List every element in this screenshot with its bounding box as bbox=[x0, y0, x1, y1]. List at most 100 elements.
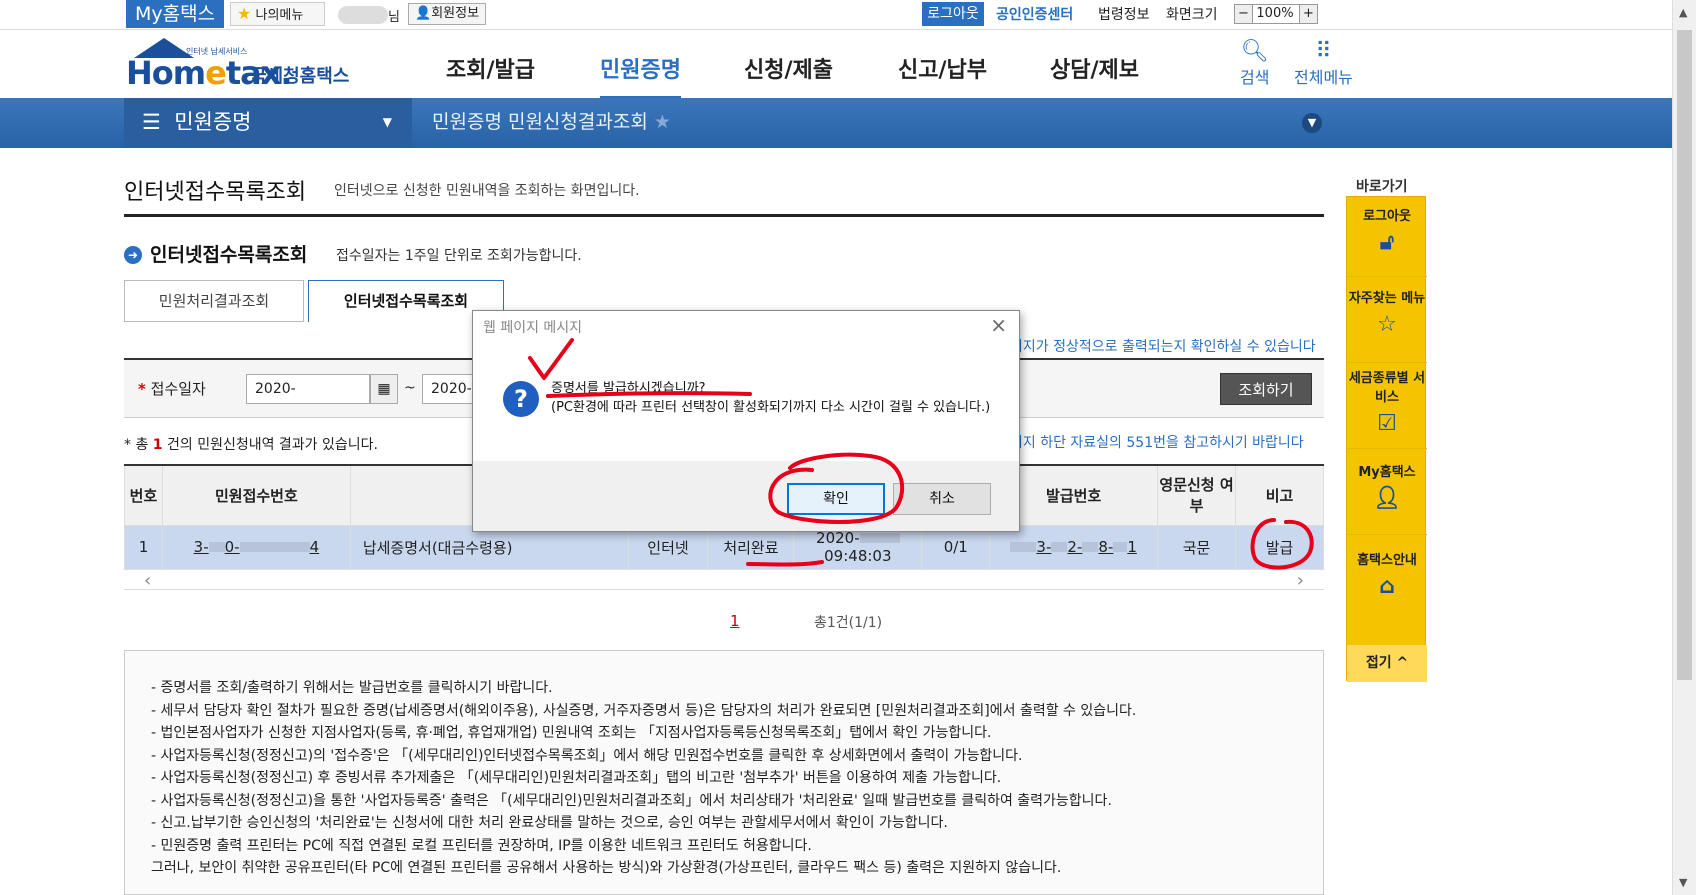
quick-hometax-guide[interactable]: 홈택스안내 ⌂ bbox=[1347, 535, 1427, 645]
gnb-civil-cert[interactable]: 민원증명 bbox=[600, 52, 681, 99]
calendar-icon[interactable]: ▦ bbox=[370, 374, 398, 404]
gnb-inquiry[interactable]: 조회/발급 bbox=[446, 52, 535, 84]
checkbox-icon: ☑ bbox=[1377, 411, 1397, 436]
scrollbar-thumb[interactable] bbox=[1677, 30, 1692, 680]
top-utility-bar: My홈택스 ★ 나의메뉴 님 👤회원정보 로그아웃 공인인증센터 법령정보 화면… bbox=[0, 0, 1672, 30]
chevron-left-icon[interactable]: ‹ bbox=[144, 570, 151, 591]
quickbar-title: 바로가기 bbox=[1356, 179, 1408, 195]
logout-button[interactable]: 로그아웃 bbox=[922, 2, 984, 26]
member-info-button[interactable]: 👤회원정보 bbox=[408, 3, 487, 25]
col-header: 영문신청 여부 bbox=[1157, 464, 1236, 526]
info-line: - 민원증명 출력 프린터는 PC에 직접 연결된 로컬 프린터를 권장하며, … bbox=[151, 837, 812, 854]
user-name-masked bbox=[338, 6, 388, 24]
caret-down-icon: ▼ bbox=[382, 115, 392, 129]
house-icon: ⌂ bbox=[1379, 574, 1395, 599]
quick-favorites[interactable]: 자주찾는 메뉴 ☆ bbox=[1347, 277, 1427, 363]
dialog-title: 웹 페이지 메시지 bbox=[483, 320, 583, 336]
chevron-right-icon[interactable]: › bbox=[1297, 570, 1304, 591]
gnb-counsel[interactable]: 상담/제보 bbox=[1050, 52, 1139, 84]
scroll-down-icon[interactable]: ▼ bbox=[1679, 876, 1687, 889]
notice-reference[interactable]: 이지 하단 자료실의 551번을 참고하시기 바랍니다 bbox=[1010, 432, 1304, 452]
location-bar: ☰ 민원증명 ▼ 민원증명 민원신청결과조회 ★ ▼ bbox=[0, 98, 1672, 148]
dialog-message: 증명서를 발급하시겠습니까? (PC환경에 따라 프린터 선택창이 활성화되기까… bbox=[551, 379, 991, 417]
dialog-question: 증명서를 발급하시겠습니까? bbox=[551, 381, 706, 396]
range-separator: ~ bbox=[404, 380, 416, 396]
my-menu-button[interactable]: ★ 나의메뉴 bbox=[230, 2, 325, 26]
confirm-dialog: 웹 페이지 메시지 × ? 증명서를 발급하시겠습니까? (PC환경에 따라 프… bbox=[472, 310, 1020, 532]
page-link-current[interactable]: 1 bbox=[730, 612, 740, 630]
row-number: 1 bbox=[124, 524, 163, 570]
info-line: - 증명서를 조회/출력하기 위해서는 발급번호를 클릭하시기 바랍니다. bbox=[151, 680, 553, 696]
remark-issue-button[interactable]: 발급 bbox=[1234, 524, 1325, 570]
zoom-minus-button[interactable]: − bbox=[1235, 5, 1253, 23]
quick-tax-services[interactable]: 세금종류별 서비스 ☑ bbox=[1347, 363, 1427, 449]
zoom-plus-button[interactable]: + bbox=[1299, 5, 1317, 23]
info-box: - 증명서를 조회/출력하기 위해서는 발급번호를 클릭하시기 바랍니다. - … bbox=[124, 650, 1324, 895]
quick-myhometax[interactable]: My홈택스 👤︎ bbox=[1347, 449, 1427, 535]
hometax-logo[interactable]: 인터넷 납세서비스 Hometax. 국세청홈택스 bbox=[124, 36, 354, 94]
page-description: 인터넷으로 신청한 민원내역을 조회하는 화면입니다. bbox=[334, 183, 640, 199]
all-menu-button[interactable]: ⠿ 전체메뉴 bbox=[1294, 40, 1353, 88]
info-line: - 사업자등록신청(정정신고)의 '접수증'은 「(세무대리인)인터넷접수목록조… bbox=[151, 747, 1023, 764]
scroll-up-icon[interactable]: ▲ bbox=[1679, 6, 1687, 19]
member-info-label: 회원정보 bbox=[431, 6, 480, 21]
date-from-input[interactable]: 2020- bbox=[246, 374, 370, 404]
language: 국문 bbox=[1157, 524, 1236, 570]
question-icon: ? bbox=[503, 381, 539, 417]
title-divider bbox=[124, 214, 1324, 217]
law-info-link[interactable]: 법령정보 bbox=[1098, 4, 1150, 24]
receipt-date-label: * 접수일자 bbox=[138, 380, 206, 398]
chevron-up-icon: ^ bbox=[1396, 655, 1409, 671]
page-total: 총1건(1/1) bbox=[814, 615, 883, 631]
search-icon: 🔍︎ bbox=[1240, 39, 1269, 64]
ok-button[interactable]: 확인 bbox=[787, 483, 885, 515]
table-hscrollbar[interactable]: ‹ › bbox=[124, 570, 1324, 591]
star-icon: ★ bbox=[237, 4, 252, 23]
zoom-value: 100% bbox=[1256, 6, 1294, 21]
info-line: - 사업자등록신청(정정신고) 후 증빙서류 추가제출은 「(세무대리인)민원처… bbox=[151, 770, 1002, 786]
notice-printer-check[interactable]: 이지가 정상적으로 출력되는지 확인하실 수 있습니다 bbox=[1010, 336, 1316, 356]
info-line: - 세무서 담당자 확인 절차가 필요한 증명(납세증명서(해외이주용), 사실… bbox=[151, 702, 1137, 719]
info-line: 그러나, 보안이 취약한 공유프린터(타 PC에 연결된 프린터를 공유해서 사… bbox=[151, 860, 1062, 876]
myhometax-link[interactable]: My홈택스 bbox=[126, 0, 224, 28]
chevron-down-icon[interactable]: ▼ bbox=[1302, 113, 1322, 133]
result-count: * 총 1 건의 민원신청내역 결과가 있습니다. bbox=[124, 437, 378, 453]
gnb-report-pay[interactable]: 신고/납부 bbox=[898, 52, 987, 84]
section-title: ➜ 인터넷접수목록조회 bbox=[124, 240, 307, 267]
info-line: - 신고.납부기한 승인신청의 '처리완료'는 신청서에 대한 처리 완료상태를… bbox=[151, 815, 948, 831]
favorite-star-icon[interactable]: ★ bbox=[654, 111, 671, 133]
person-icon: 👤 bbox=[415, 6, 432, 21]
cancel-button[interactable]: 취소 bbox=[893, 483, 991, 515]
quickbar: 로그아웃 🔓︎ 자주찾는 메뉴 ☆ 세금종류별 서비스 ☑ My홈택스 👤︎ 홈택스안내… bbox=[1346, 196, 1427, 682]
close-icon[interactable]: × bbox=[990, 313, 1007, 337]
col-header: 민원접수번호 bbox=[161, 464, 351, 526]
search-button[interactable]: 🔍︎ 검색 bbox=[1240, 40, 1269, 88]
arrow-circle-icon: ➜ bbox=[124, 246, 142, 264]
menu-dropdown[interactable]: ☰ 민원증명 ▼ bbox=[124, 98, 412, 148]
quick-logout[interactable]: 로그아웃 🔓︎ bbox=[1347, 197, 1427, 277]
col-header: 비고 bbox=[1234, 464, 1325, 526]
hamburger-icon: ☰ bbox=[142, 110, 161, 134]
search-submit-button[interactable]: 조회하기 bbox=[1220, 373, 1312, 405]
window-scrollbar[interactable]: ▲ ▼ bbox=[1672, 0, 1696, 895]
grid-icon: ⠿ bbox=[1315, 39, 1332, 64]
receipt-number-link[interactable]: 3- 0- 4 bbox=[161, 524, 351, 570]
breadcrumb: 민원증명 민원신청결과조회 ★ bbox=[432, 111, 671, 133]
tab-result-inquiry[interactable]: 민원처리결과조회 bbox=[124, 280, 304, 322]
zoom-control: −100% + bbox=[1234, 4, 1318, 24]
gnb-apply[interactable]: 신청/제출 bbox=[744, 52, 833, 84]
logo-korean: 국세청홈택스 bbox=[250, 66, 350, 87]
section-description: 접수일자는 1주일 단위로 조회가능합니다. bbox=[336, 248, 582, 264]
cert-center-link[interactable]: 공인인증센터 bbox=[996, 4, 1073, 24]
col-header: 번호 bbox=[124, 464, 163, 526]
dialog-detail: (PC환경에 따라 프린터 선택창이 활성화되기까지 다소 시간이 걸릴 수 있… bbox=[551, 400, 991, 415]
quickbar-fold-button[interactable]: 접기 ^ bbox=[1347, 645, 1427, 682]
my-menu-label: 나의메뉴 bbox=[255, 8, 304, 23]
page-title: 인터넷접수목록조회 bbox=[124, 180, 307, 205]
info-line: - 법인본점사업자가 신청한 지점사업자(등록, 휴·폐업, 휴업재개업) 민원… bbox=[151, 725, 992, 741]
user-suffix: 님 bbox=[388, 10, 400, 25]
screen-size-label: 화면크기 bbox=[1166, 7, 1218, 23]
person-icon: 👤︎ bbox=[1373, 486, 1401, 511]
unlock-icon: 🔓︎ bbox=[1379, 230, 1395, 255]
info-line: - 사업자등록신청(정정신고)을 통한 '사업자등록증' 출력은 「(세무대리인… bbox=[151, 792, 1112, 809]
